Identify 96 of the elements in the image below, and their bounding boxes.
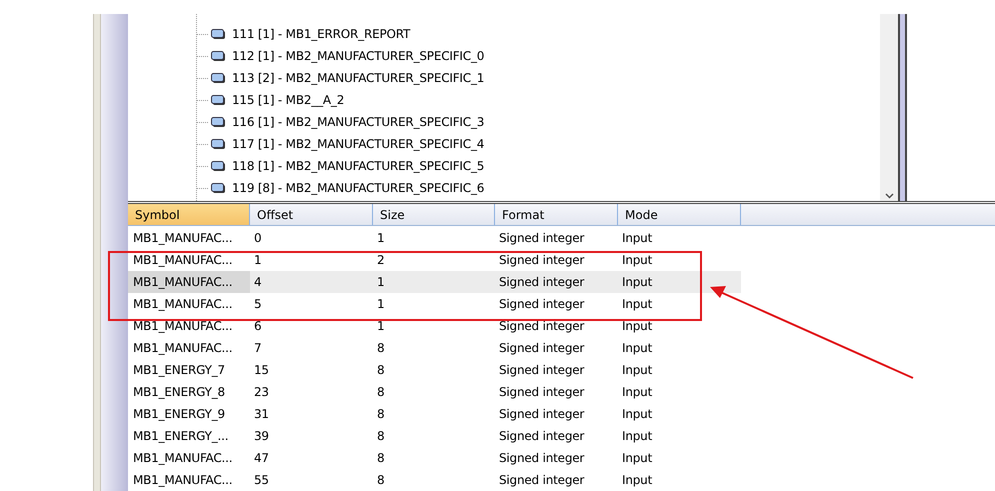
table-cell-text: Signed integer xyxy=(498,274,586,291)
monitor-icon xyxy=(211,50,226,62)
table-cell-text: Input xyxy=(621,428,654,445)
column-header[interactable]: Size xyxy=(373,204,495,225)
table-row[interactable]: MB1_ENERGY_8 23 8 Signed integer Input xyxy=(128,381,741,403)
monitor-icon xyxy=(211,72,226,84)
table-cell: MB1_MANUFAC... xyxy=(128,271,250,293)
table-cell-text: Input xyxy=(621,472,654,489)
table-row[interactable]: MB1_MANUFAC... 55 8 Signed integer Input xyxy=(128,469,741,491)
table-row[interactable]: MB1_MANUFAC... 7 8 Signed integer Input xyxy=(128,337,741,359)
monitor-icon xyxy=(211,160,226,172)
table-cell-text: 15 xyxy=(253,362,270,379)
table-row[interactable]: MB1_ENERGY_... 39 8 Signed integer Input xyxy=(128,425,741,447)
table-cell-text: Signed integer xyxy=(498,252,586,269)
monitor-icon xyxy=(211,28,226,40)
table-cell-text: Input xyxy=(621,274,654,291)
table-cell-text: Signed integer xyxy=(498,406,586,423)
table-cell-text: MB1_ENERGY_7 xyxy=(132,362,226,379)
table-cell-text: Signed integer xyxy=(498,362,586,379)
table-cell-text: 47 xyxy=(253,450,270,467)
table-cell-text: Signed integer xyxy=(498,230,586,247)
table-row[interactable]: MB1_MANUFAC... 5 1 Signed integer Input xyxy=(128,293,741,315)
table-cell-text: 7 xyxy=(253,340,262,357)
table-cell-text: Input xyxy=(621,318,654,335)
table-cell-text: MB1_ENERGY_8 xyxy=(132,384,226,401)
table-cell-text: Input xyxy=(621,384,654,401)
table-cell-text: MB1_MANUFAC... xyxy=(132,318,234,335)
tree-item[interactable]: 112 [1] - MB2_MANUFACTURER_SPECIFIC_0 xyxy=(232,49,484,63)
table-cell-text: Input xyxy=(621,406,654,423)
table-cell-text: 8 xyxy=(376,340,386,357)
table-cell-text: 8 xyxy=(376,428,386,445)
table-cell-text: 1 xyxy=(376,230,386,247)
table-cell-text: 8 xyxy=(376,472,386,489)
table-cell-text: 31 xyxy=(253,406,270,423)
column-header[interactable]: Offset xyxy=(250,204,373,225)
table-cell-text: Signed integer xyxy=(498,450,586,467)
table-cell-text: Input xyxy=(621,340,654,357)
table-cell-text: MB1_MANUFAC... xyxy=(132,252,234,269)
table-cell-text: Signed integer xyxy=(498,472,586,489)
table-cell-text: 2 xyxy=(376,252,386,269)
column-header[interactable]: Symbol xyxy=(128,204,250,225)
monitor-icon xyxy=(211,116,226,128)
table-cell-text: 8 xyxy=(376,362,386,379)
table-row[interactable]: MB1_MANUFAC... 6 1 Signed integer Input xyxy=(128,315,741,337)
column-header[interactable]: Format xyxy=(495,204,618,225)
table-row[interactable]: MB1_MANUFAC... 47 8 Signed integer Input xyxy=(128,447,741,469)
table-cell-text: Signed integer xyxy=(498,384,586,401)
table-cell-text: 8 xyxy=(376,450,386,467)
splitter[interactable] xyxy=(898,14,907,202)
table-row[interactable]: MB1_ENERGY_9 31 8 Signed integer Input xyxy=(128,403,741,425)
column-header[interactable]: Mode xyxy=(618,204,741,225)
table-cell-text: Input xyxy=(621,230,654,247)
table-cell-text: Input xyxy=(621,296,654,313)
monitor-icon xyxy=(211,94,226,106)
table-row[interactable]: MB1_MANUFAC... 1 2 Signed integer Input xyxy=(128,249,741,271)
table-cell-text: 1 xyxy=(376,318,386,335)
table-cell-text: 8 xyxy=(376,406,386,423)
table-cell-text: 6 xyxy=(253,318,262,335)
table-cell-text: 1 xyxy=(253,252,262,269)
table-cell-text: Input xyxy=(621,252,654,269)
tree-item[interactable]: 118 [1] - MB2_MANUFACTURER_SPECIFIC_5 xyxy=(232,159,484,173)
table-cell-text: MB1_ENERGY_... xyxy=(132,428,230,445)
tree-item[interactable]: 111 [1] - MB1_ERROR_REPORT xyxy=(232,27,410,41)
table-cell-text: 5 xyxy=(253,296,262,313)
table-cell-text: Signed integer xyxy=(498,428,586,445)
table-cell-text: MB1_MANUFAC... xyxy=(132,296,234,313)
table-cell-text: MB1_ENERGY_9 xyxy=(132,406,226,423)
tree-item[interactable]: 119 [8] - MB2_MANUFACTURER_SPECIFIC_6 xyxy=(232,181,484,195)
table-cell-text: Signed integer xyxy=(498,318,586,335)
table-cell-text: Signed integer xyxy=(498,296,586,313)
chevron-down-icon[interactable] xyxy=(884,193,894,200)
table-row[interactable]: MB1_MANUFAC... 0 1 Signed integer Input xyxy=(128,227,741,249)
tree-item[interactable]: 117 [1] - MB2_MANUFACTURER_SPECIFIC_4 xyxy=(232,137,484,151)
tree-item[interactable]: 116 [1] - MB2_MANUFACTURER_SPECIFIC_3 xyxy=(232,115,484,129)
scrollbar[interactable] xyxy=(880,14,898,202)
table-cell-text: 0 xyxy=(253,230,262,247)
table-cell-text: Signed integer xyxy=(498,340,586,357)
table-cell-text: 23 xyxy=(253,384,270,401)
table-cell-text: 55 xyxy=(253,472,270,489)
table-cell-text: Input xyxy=(621,450,654,467)
tree-item[interactable]: 113 [2] - MB2_MANUFACTURER_SPECIFIC_1 xyxy=(232,71,484,85)
table-cell-text: Input xyxy=(621,362,654,379)
tree-item[interactable]: 115 [1] - MB2__A_2 xyxy=(232,93,344,107)
table-cell-text: 1 xyxy=(376,274,386,291)
table-cell-text: MB1_MANUFAC... xyxy=(132,450,234,467)
table-cell-text: 4 xyxy=(253,274,262,291)
table-cell-text: 8 xyxy=(376,384,386,401)
selected-row[interactable]: MB1_MANUFAC... 4 1 Signed integer Input xyxy=(128,271,741,293)
monitor-icon xyxy=(211,182,226,194)
monitor-icon xyxy=(211,138,226,150)
table-row[interactable]: MB1_ENERGY_7 15 8 Signed integer Input xyxy=(128,359,741,381)
table-cell-text: MB1_MANUFAC... xyxy=(132,472,234,489)
table-cell-text: 1 xyxy=(376,296,386,313)
table-cell-text: MB1_MANUFAC... xyxy=(132,340,234,357)
table-cell-text: 39 xyxy=(253,428,270,445)
table-cell-text: MB1_MANUFAC... xyxy=(132,230,234,247)
